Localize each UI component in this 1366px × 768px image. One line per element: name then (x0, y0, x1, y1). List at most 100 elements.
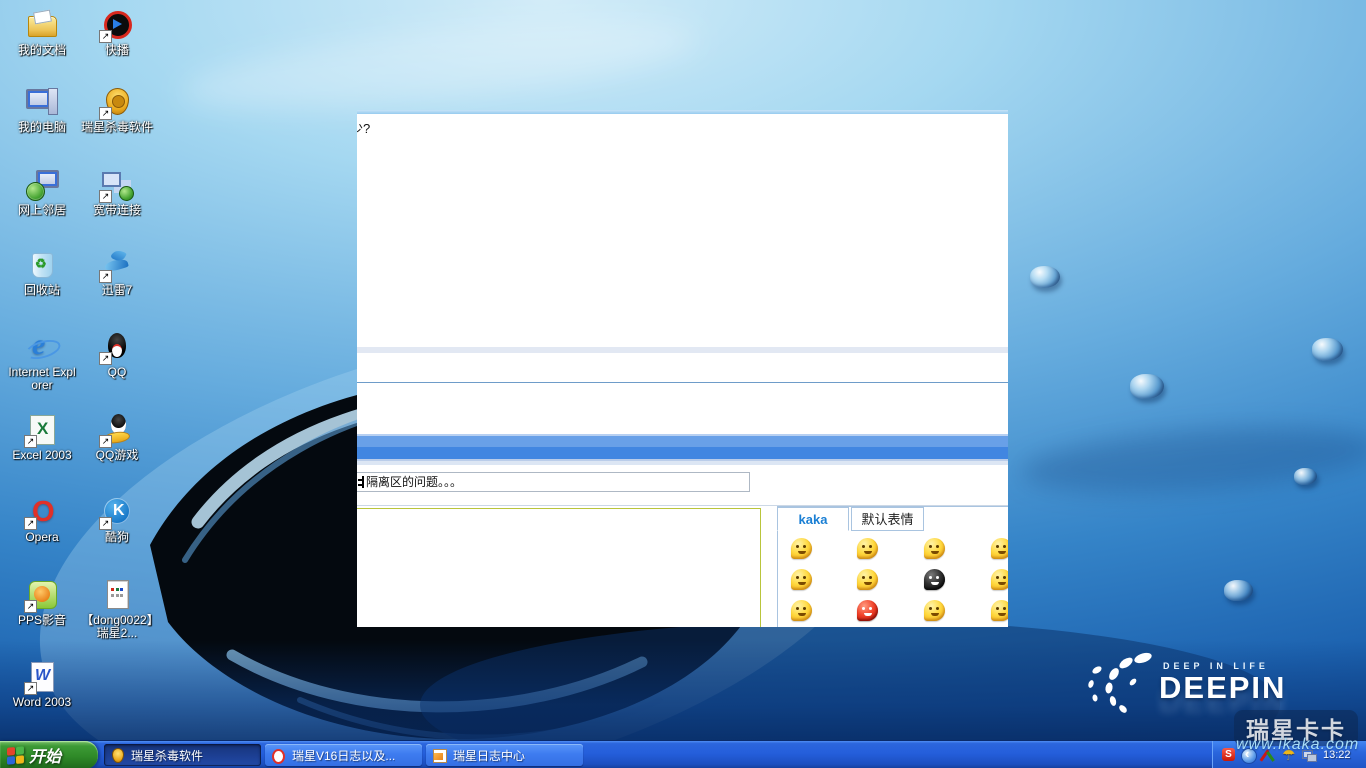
emoticon-whisper[interactable] (791, 600, 812, 621)
subject-input[interactable]: 隔离区的问题。。。 (357, 472, 750, 492)
word-icon: ↗ (25, 660, 59, 694)
desktop-icon-qq-games[interactable]: ↗QQ游戏 (81, 413, 153, 462)
clipped-question-text: 少? (357, 118, 370, 137)
deepin-tagline: DEEP IN LIFE (1163, 661, 1269, 671)
broadband-icon: ↗ (100, 168, 134, 202)
desktop-icon-excel-2003[interactable]: ↗ Excel 2003 (6, 413, 78, 462)
desktop-icon-rising-antivirus[interactable]: ↗瑞星杀毒软件 (81, 85, 153, 134)
emoticon-silent[interactable] (791, 569, 812, 590)
taskbar-button-rising[interactable]: 瑞星杀毒软件 (104, 744, 261, 766)
opera-icon: ↗ (25, 495, 59, 529)
taskbar: 开始 瑞星杀毒软件瑞星V16日志以及...瑞星日志中心 13:22 (0, 740, 1366, 768)
tab-kaka[interactable]: kaka (777, 507, 849, 531)
taskbar-button-opera[interactable]: 瑞星V16日志以及... (265, 744, 422, 766)
taskbar-button-log[interactable]: 瑞星日志中心 (426, 744, 583, 766)
recycle-icon (25, 248, 59, 282)
opera-icon (271, 748, 286, 763)
emoticon-laugh[interactable] (857, 538, 878, 559)
taskbar-button-label: 瑞星日志中心 (453, 747, 525, 764)
desktop-icon-label: 我的文档 (6, 44, 78, 57)
desktop-icon-label: Excel 2003 (6, 449, 78, 462)
subject-input-text: 隔离区的问题。。。 (366, 475, 462, 489)
emoticon-shocked[interactable] (991, 569, 1008, 590)
shortcut-arrow-icon: ↗ (99, 30, 112, 43)
water-droplet (1224, 580, 1253, 601)
desktop-icon-word-2003[interactable]: ↗Word 2003 (6, 660, 78, 709)
pps-icon: ↗ (25, 578, 59, 612)
shortcut-arrow-icon: ↗ (24, 600, 37, 613)
emoticon-think[interactable] (924, 538, 945, 559)
desktop-icon-opera[interactable]: ↗Opera (6, 495, 78, 544)
emoticon-smile[interactable] (791, 538, 812, 559)
rising-icon: ↗ (100, 85, 134, 119)
sogou-icon[interactable] (1221, 747, 1237, 763)
form-separator-line (357, 382, 1008, 383)
water-droplet (1312, 338, 1343, 361)
desktop-icon-internet-explorer[interactable]: Internet Explorer (6, 330, 78, 392)
folder-icon (25, 8, 59, 42)
emoticon-sweat[interactable] (857, 569, 878, 590)
desktop-icon-label: Opera (6, 531, 78, 544)
desktop-icon-recycle-bin[interactable]: 回收站 (6, 248, 78, 297)
desktop-icon-label: QQ (81, 366, 153, 379)
desktop-icon-label: PPS影音 (6, 614, 78, 627)
emoticon-grin[interactable] (991, 600, 1008, 621)
network-icon (25, 168, 59, 202)
shortcut-arrow-icon: ↗ (99, 107, 112, 120)
tab-default-emotes[interactable]: 默认表情 (851, 507, 924, 531)
desktop-icon-broadband-connection[interactable]: ↗宽带连接 (81, 168, 153, 217)
forum-screenshot-window: 少? 隔离区的问题。。。 kaka 默认表情 (357, 110, 1008, 627)
desktop-icon-label: 迅雷7 (81, 284, 153, 297)
shortcut-arrow-icon: ↗ (24, 682, 37, 695)
desktop-icon-label: 宽带连接 (81, 204, 153, 217)
window-top-strip (357, 110, 1008, 114)
desktop-icon-label: 瑞星杀毒软件 (81, 121, 153, 134)
computer-icon (25, 85, 59, 119)
kugou-icon: ↗ (100, 495, 134, 529)
desktop-icon-label: QQ游戏 (81, 449, 153, 462)
clipped-character-fragment (358, 476, 364, 488)
post-header-bar (357, 434, 1008, 465)
desktop-icon-qvod-player[interactable]: ↗快播 (81, 8, 153, 57)
ie-icon (25, 330, 59, 364)
wave-streak (178, 3, 702, 127)
taskbar-button-label: 瑞星杀毒软件 (131, 747, 203, 764)
desktop-icon-qq[interactable]: ↗QQ (81, 330, 153, 379)
start-button[interactable]: 开始 (0, 741, 98, 768)
desktop-icon-label: Internet Explorer (6, 366, 78, 392)
qvod-icon: ↗ (100, 8, 134, 42)
desktop-icon-label: 网上邻居 (6, 204, 78, 217)
desktop-icons: 我的文档↗快播我的电脑↗瑞星杀毒软件网上邻居↗宽带连接回收站↗迅雷7Intern… (2, 0, 162, 740)
emoticon-angry[interactable] (857, 600, 878, 621)
shortcut-arrow-icon: ↗ (24, 517, 37, 530)
excel-icon: ↗ (25, 413, 59, 447)
desktop-icon-thunder7[interactable]: ↗迅雷7 (81, 248, 153, 297)
taskbar-buttons: 瑞星杀毒软件 瑞星V16日志以及... 瑞星日志中心 (104, 744, 583, 766)
emoticon-cry[interactable] (991, 538, 1008, 559)
windows-flag-icon (7, 746, 24, 764)
shortcut-arrow-icon: ↗ (99, 435, 112, 448)
wave-streak (1018, 418, 1366, 503)
shortcut-arrow-icon: ↗ (99, 190, 112, 203)
desktop-icon-label: 酷狗 (81, 531, 153, 544)
start-button-label: 开始 (29, 743, 61, 767)
deepin-swirl-icon (1085, 648, 1159, 720)
desktop-icon-my-documents[interactable]: 我的文档 (6, 8, 78, 57)
desktop-icon-my-computer[interactable]: 我的电脑 (6, 85, 78, 134)
emoticon-puzzled[interactable] (924, 600, 945, 621)
reply-textarea[interactable] (357, 508, 761, 627)
rising-icon (110, 748, 125, 763)
desktop-icon-kugou[interactable]: ↗ 酷狗 (81, 495, 153, 544)
watermark-url: www.ikaka.com (1236, 736, 1359, 754)
desktop-icon-network-places[interactable]: 网上邻居 (6, 168, 78, 217)
emoticon-panel: kaka 默认表情 (777, 506, 1008, 627)
emoticon-bomb[interactable] (924, 569, 945, 590)
desktop-icon-label: 快播 (81, 44, 153, 57)
shortcut-arrow-icon: ↗ (99, 270, 112, 283)
desktop-icon-pps[interactable]: ↗PPS影音 (6, 578, 78, 627)
desktop-icon-label: Word 2003 (6, 696, 78, 709)
water-droplet (1030, 266, 1060, 288)
form-separator-band (357, 347, 1008, 353)
shortcut-arrow-icon: ↗ (99, 352, 112, 365)
desktop-icon-dong0022-file[interactable]: 【dong0022】瑞星2... (81, 578, 153, 640)
